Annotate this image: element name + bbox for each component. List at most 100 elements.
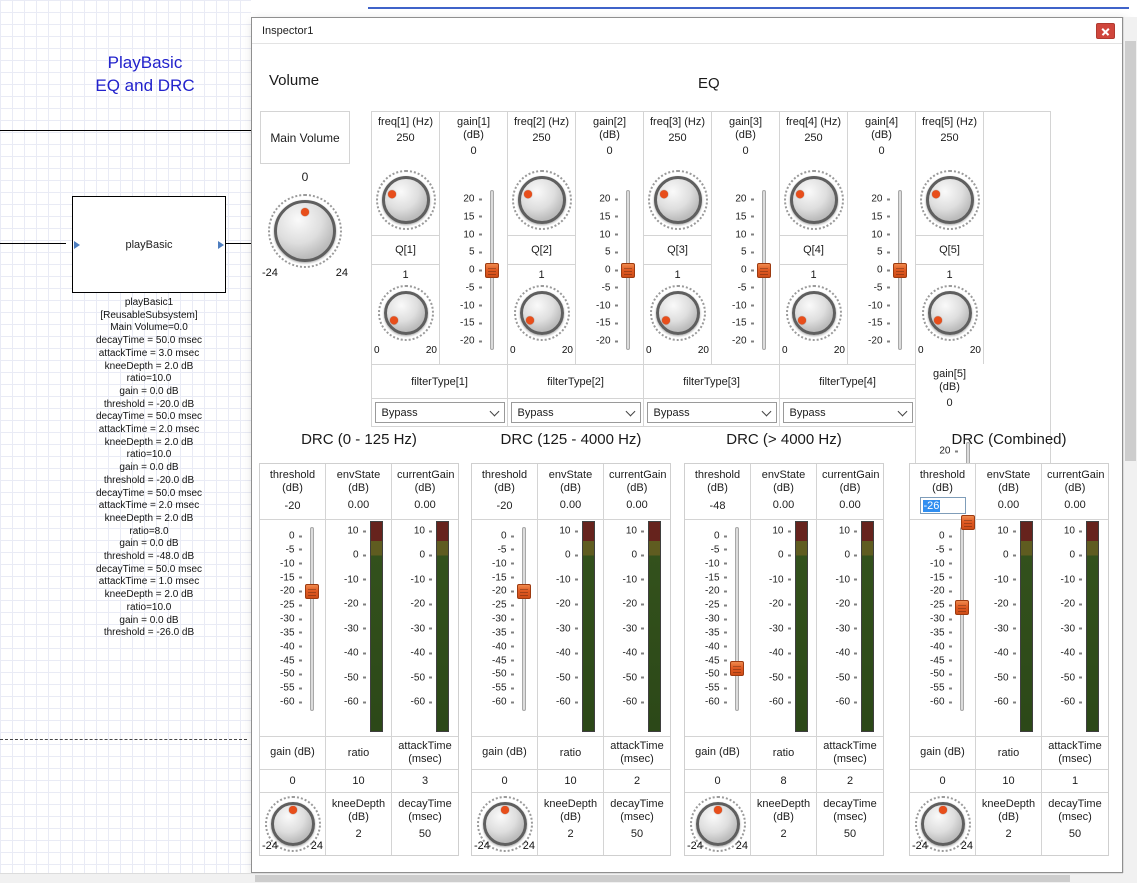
freq-value[interactable]: 250 xyxy=(668,132,686,144)
threshold-value-field[interactable]: -20 xyxy=(497,498,513,513)
slider-track[interactable] xyxy=(735,527,739,711)
vertical-scrollbar-thumb[interactable] xyxy=(1125,41,1136,461)
q-value[interactable]: 1 xyxy=(780,265,847,285)
slider-handle[interactable] xyxy=(955,600,969,615)
decay-value[interactable]: 50 xyxy=(1069,828,1081,841)
filter-type-selected-value: Bypass xyxy=(654,407,690,419)
q-value[interactable]: 1 xyxy=(916,265,983,285)
slider-handle[interactable] xyxy=(305,584,319,599)
q-knob[interactable] xyxy=(516,287,568,339)
threshold-value-field[interactable]: -20 xyxy=(285,498,301,513)
slider-handle[interactable] xyxy=(961,515,975,530)
slider-handle[interactable] xyxy=(485,263,499,278)
q-value[interactable]: 1 xyxy=(644,265,711,285)
gain-value[interactable]: 0 xyxy=(472,770,538,793)
freq-knob[interactable] xyxy=(650,172,706,228)
slider-handle[interactable] xyxy=(757,263,771,278)
gain-label: gain (dB) xyxy=(270,746,315,759)
q-value[interactable]: 1 xyxy=(372,265,439,285)
knee-value[interactable]: 2 xyxy=(780,828,786,841)
q-knob[interactable] xyxy=(924,287,976,339)
filter-type-label-text: filterType[4] xyxy=(819,376,876,388)
q-label-cell: Q[4] xyxy=(780,235,847,265)
chevron-down-icon xyxy=(759,405,774,420)
threshold-value-field[interactable]: -48 xyxy=(710,498,726,513)
threshold-value-field[interactable]: -26 xyxy=(921,498,965,513)
gain-slider[interactable]: 20151050-5-10-15-20 xyxy=(581,165,639,364)
gain-value[interactable]: 0 xyxy=(742,145,748,157)
gain-slider[interactable]: 20151050-5-10-15-20 xyxy=(853,165,911,364)
attack-value[interactable]: 1 xyxy=(1042,770,1108,793)
gain-value[interactable]: 0 xyxy=(685,770,751,793)
filter-type-select[interactable]: Bypass xyxy=(375,402,505,423)
slider-track[interactable] xyxy=(522,527,526,711)
scale-tick: -40 xyxy=(1053,648,1082,659)
currentgain-meter: 100-10-20-30-40-50-60 xyxy=(395,520,455,736)
attack-label-cell: attackTime (msec) xyxy=(1042,737,1108,770)
gain-slider[interactable]: 20151050-5-10-15-20 xyxy=(445,165,503,364)
threshold-slider[interactable]: 0-5-10-15-20-25-30-35-40-45-50-55-60 xyxy=(263,520,323,736)
filter-type-select[interactable]: Bypass xyxy=(511,402,641,423)
knee-value[interactable]: 2 xyxy=(567,828,573,841)
q-knob[interactable] xyxy=(652,287,704,339)
q-knob[interactable] xyxy=(788,287,840,339)
ratio-value[interactable]: 10 xyxy=(326,770,392,793)
decay-value[interactable]: 50 xyxy=(419,828,431,841)
threshold-slider[interactable]: 0-5-10-15-20-25-30-35-40-45-50-55-60 xyxy=(688,520,748,736)
attack-value[interactable]: 3 xyxy=(392,770,458,793)
attack-label-cell: attackTime (msec) xyxy=(604,737,670,770)
gain-value[interactable]: 0 xyxy=(878,145,884,157)
slider-handle[interactable] xyxy=(517,584,531,599)
freq-knob-cell xyxy=(508,165,575,235)
filter-type-select[interactable]: Bypass xyxy=(783,402,913,423)
freq-knob[interactable] xyxy=(786,172,842,228)
main-volume-value[interactable]: 0 xyxy=(260,164,350,190)
freq-value[interactable]: 250 xyxy=(804,132,822,144)
filter-type-select[interactable]: Bypass xyxy=(647,402,777,423)
playbasic-block[interactable]: playBasic xyxy=(72,196,226,293)
slider-handle[interactable] xyxy=(621,263,635,278)
freq-value[interactable]: 250 xyxy=(940,132,958,144)
close-icon[interactable] xyxy=(1096,23,1115,39)
knee-value[interactable]: 2 xyxy=(355,828,361,841)
scale-tick: -60 xyxy=(987,697,1016,708)
freq-knob[interactable] xyxy=(378,172,434,228)
slider-handle[interactable] xyxy=(730,661,744,676)
slider-track[interactable] xyxy=(960,527,964,711)
q-knob[interactable] xyxy=(380,287,432,339)
diagram-title: PlayBasic EQ and DRC xyxy=(30,52,260,98)
attack-value[interactable]: 2 xyxy=(817,770,883,793)
inspector-titlebar[interactable]: Inspector1 xyxy=(252,18,1122,44)
ratio-value[interactable]: 10 xyxy=(976,770,1042,793)
slider-track[interactable] xyxy=(310,527,314,711)
scale-tick: -40 xyxy=(615,648,644,659)
horizontal-scrollbar-thumb[interactable] xyxy=(255,875,1070,882)
freq-value[interactable]: 250 xyxy=(396,132,414,144)
threshold-slider[interactable]: 0-5-10-15-20-25-30-35-40-45-50-55-60 xyxy=(913,520,973,736)
horizontal-scrollbar[interactable] xyxy=(0,873,1123,883)
gain-value[interactable]: 0 xyxy=(260,770,326,793)
freq-knob[interactable] xyxy=(514,172,570,228)
q-value[interactable]: 1 xyxy=(508,265,575,285)
ratio-value[interactable]: 10 xyxy=(538,770,604,793)
gain-value[interactable]: 0 xyxy=(470,145,476,157)
gain-value[interactable]: 0 xyxy=(946,397,952,409)
gain-slider[interactable]: 20151050-5-10-15-20 xyxy=(717,165,775,364)
decay-value[interactable]: 50 xyxy=(844,828,856,841)
gain-value[interactable]: 0 xyxy=(910,770,976,793)
freq-knob[interactable] xyxy=(922,172,978,228)
scale-tick: -10 xyxy=(615,574,644,585)
eq-gain-column: gain[2] (dB) 0 20151050-5-10-15-20 xyxy=(576,112,643,364)
ratio-value[interactable]: 8 xyxy=(751,770,817,793)
threshold-slider[interactable]: 0-5-10-15-20-25-30-35-40-45-50-55-60 xyxy=(475,520,535,736)
decay-value[interactable]: 50 xyxy=(631,828,643,841)
gain-label: gain (dB) xyxy=(920,746,965,759)
main-volume-knob[interactable] xyxy=(270,196,340,266)
knee-value[interactable]: 2 xyxy=(1005,828,1011,841)
gain-value[interactable]: 0 xyxy=(606,145,612,157)
gain-slider-cell: 20151050-5-10-15-20 xyxy=(848,165,915,364)
vertical-scrollbar[interactable] xyxy=(1123,17,1137,873)
slider-handle[interactable] xyxy=(893,263,907,278)
attack-value[interactable]: 2 xyxy=(604,770,670,793)
freq-value[interactable]: 250 xyxy=(532,132,550,144)
